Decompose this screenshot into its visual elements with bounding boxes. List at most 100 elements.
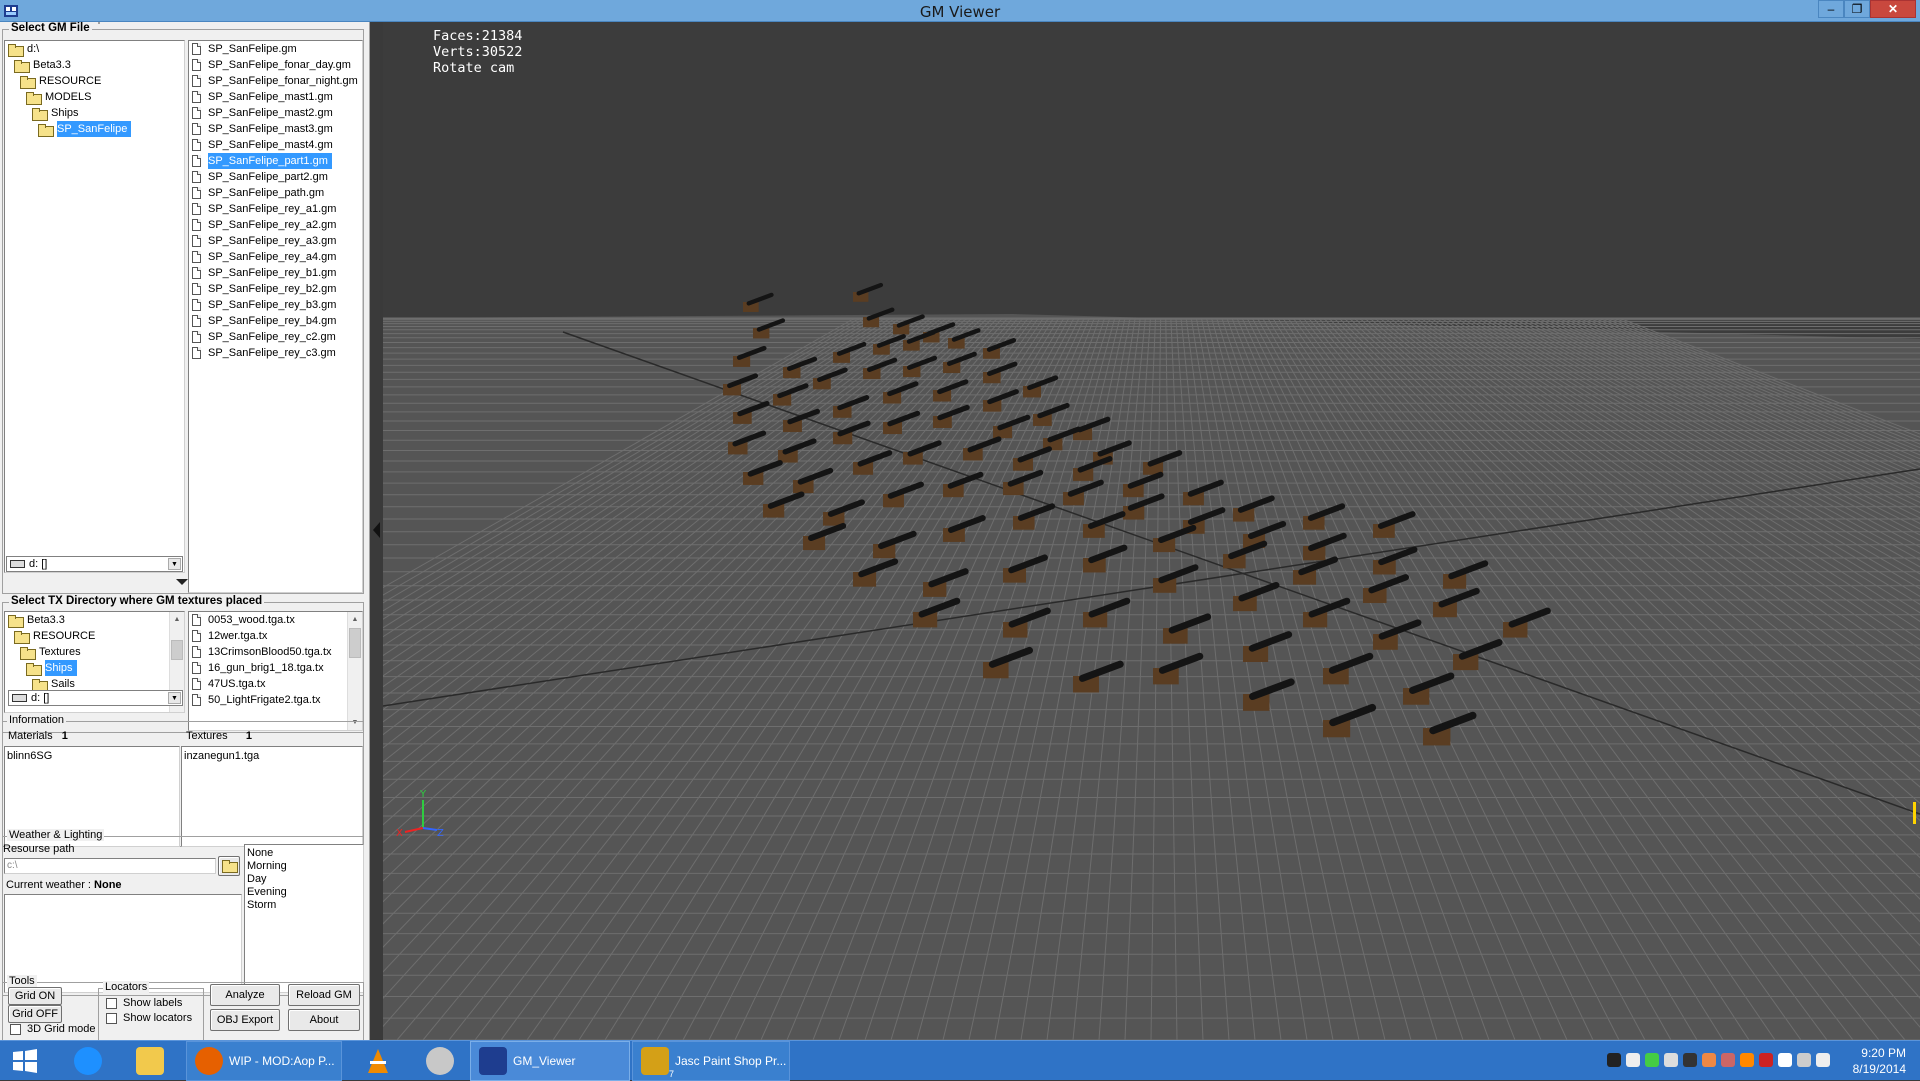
- scroll-up-icon[interactable]: ▲: [170, 612, 184, 627]
- paintshop-icon: [641, 1047, 669, 1075]
- file-item[interactable]: SP_SanFelipe.gm: [189, 41, 362, 57]
- grid-on-button[interactable]: Grid ON: [8, 987, 62, 1005]
- tray-icon[interactable]: [1759, 1053, 1773, 1067]
- file-item[interactable]: SP_SanFelipe_rey_b2.gm: [189, 281, 362, 297]
- scroll-thumb[interactable]: [349, 628, 361, 658]
- file-item[interactable]: SP_SanFelipe_fonar_night.gm: [189, 73, 362, 89]
- chevron-down-icon[interactable]: ▼: [168, 692, 181, 704]
- taskbar-app[interactable]: [418, 1041, 464, 1081]
- tree-item[interactable]: RESOURCE: [5, 73, 184, 89]
- scroll-thumb[interactable]: [171, 640, 183, 660]
- taskbar-vlc[interactable]: [356, 1041, 402, 1081]
- tree-item[interactable]: Beta3.3: [5, 57, 184, 73]
- show-locators-checkbox[interactable]: Show locators: [106, 1012, 192, 1024]
- weather-option[interactable]: Day: [245, 873, 363, 886]
- chevron-down-icon[interactable]: ▼: [168, 558, 181, 570]
- weather-option[interactable]: None: [245, 847, 363, 860]
- maximize-button[interactable]: ❐: [1844, 0, 1870, 18]
- gm-drive-select[interactable]: d: [] ▼: [6, 556, 183, 572]
- scroll-up-icon[interactable]: ▲: [348, 612, 362, 627]
- weather-options-list[interactable]: None Morning Day Evening Storm: [244, 844, 364, 993]
- file-item[interactable]: SP_SanFelipe_rey_a4.gm: [189, 249, 362, 265]
- taskbar-paintshop[interactable]: Jasc Paint Shop Pr... 7: [632, 1041, 790, 1081]
- weather-option[interactable]: Evening: [245, 886, 363, 899]
- gm-file-list[interactable]: SP_SanFelipe.gm SP_SanFelipe_fonar_day.gm…: [188, 40, 363, 593]
- collapse-panel-icon[interactable]: [373, 522, 380, 538]
- file-item[interactable]: SP_SanFelipe_path.gm: [189, 185, 362, 201]
- tree-item[interactable]: d:\: [5, 41, 184, 57]
- tx-files-scrollbar[interactable]: ▲ ▼: [347, 612, 362, 730]
- weather-option[interactable]: Storm: [245, 899, 363, 912]
- tray-icon[interactable]: [1645, 1053, 1659, 1067]
- file-item[interactable]: 16_gun_brig1_18.tga.tx: [189, 660, 346, 676]
- volume-icon[interactable]: [1816, 1053, 1830, 1067]
- about-button[interactable]: About: [288, 1009, 360, 1031]
- analyze-button[interactable]: Analyze: [210, 984, 280, 1006]
- splitter-arrow-icon[interactable]: [176, 579, 188, 585]
- texture-item[interactable]: inzanegun1.tga: [184, 750, 360, 762]
- file-item[interactable]: SP_SanFelipe_part1.gm: [189, 153, 362, 169]
- tree-item[interactable]: MODELS: [5, 89, 184, 105]
- file-item[interactable]: SP_SanFelipe_rey_b4.gm: [189, 313, 362, 329]
- material-item[interactable]: blinn6SG: [7, 750, 177, 762]
- 3d-viewport[interactable]: Y X Z Faces:21384 Verts:30522 Rotate cam: [383, 22, 1920, 1040]
- tree-item[interactable]: Textures: [5, 644, 168, 660]
- tray-icon[interactable]: [1702, 1053, 1716, 1067]
- browse-folder-button[interactable]: [218, 856, 240, 876]
- cloud-icon[interactable]: [1664, 1053, 1678, 1067]
- show-locators-box[interactable]: [106, 1012, 117, 1024]
- file-item[interactable]: SP_SanFelipe_mast2.gm: [189, 105, 362, 121]
- file-item[interactable]: SP_SanFelipe_mast1.gm: [189, 89, 362, 105]
- tree-item[interactable]: Ships: [5, 105, 184, 121]
- taskbar-firefox[interactable]: WIP - MOD:Aop P...: [186, 1041, 342, 1081]
- file-item[interactable]: 13CrimsonBlood50.tga.tx: [189, 644, 346, 660]
- reload-gm-button[interactable]: Reload GM: [288, 984, 360, 1006]
- grid-3d-box[interactable]: [10, 1023, 21, 1035]
- tray-icon[interactable]: [1683, 1053, 1697, 1067]
- taskbar-ie[interactable]: [66, 1041, 112, 1081]
- tree-item[interactable]: RESOURCE: [5, 628, 168, 644]
- flag-icon[interactable]: [1778, 1053, 1792, 1067]
- tree-item[interactable]: SP_SanFelipe: [5, 121, 184, 137]
- network-icon[interactable]: [1797, 1053, 1811, 1067]
- start-button[interactable]: [0, 1041, 52, 1081]
- file-item[interactable]: 0053_wood.tga.tx: [189, 612, 346, 628]
- file-item[interactable]: SP_SanFelipe_rey_a2.gm: [189, 217, 362, 233]
- textures-list[interactable]: inzanegun1.tga: [181, 746, 363, 847]
- file-item[interactable]: SP_SanFelipe_part2.gm: [189, 169, 362, 185]
- taskbar-gmviewer[interactable]: GM_Viewer: [470, 1041, 630, 1081]
- obj-export-button[interactable]: OBJ Export: [210, 1009, 280, 1031]
- file-item[interactable]: SP_SanFelipe_rey_b3.gm: [189, 297, 362, 313]
- file-item[interactable]: SP_SanFelipe_rey_c3.gm: [189, 345, 362, 361]
- file-item[interactable]: SP_SanFelipe_mast3.gm: [189, 121, 362, 137]
- file-item[interactable]: 12wer.tga.tx: [189, 628, 346, 644]
- tray-icon[interactable]: [1607, 1053, 1621, 1067]
- minimize-button[interactable]: –: [1818, 0, 1844, 18]
- taskbar-explorer[interactable]: [128, 1041, 174, 1081]
- tx-drive-select[interactable]: d: [] ▼: [8, 690, 183, 706]
- resource-path-input[interactable]: c:\: [4, 858, 216, 874]
- show-labels-checkbox[interactable]: Show labels: [106, 997, 182, 1009]
- file-item[interactable]: SP_SanFelipe_rey_a3.gm: [189, 233, 362, 249]
- tree-item[interactable]: Ships: [5, 660, 168, 676]
- file-item[interactable]: 47US.tga.tx: [189, 676, 346, 692]
- scene-canvas[interactable]: Y X Z: [383, 22, 1920, 1040]
- file-item[interactable]: 50_LightFrigate2.tga.tx: [189, 692, 346, 708]
- gm-folder-tree[interactable]: d:\ Beta3.3 RESOURCE MODELS Ships SP_SanFelip…: [4, 40, 185, 573]
- tray-icon[interactable]: [1740, 1053, 1754, 1067]
- tx-file-list[interactable]: 0053_wood.tga.tx 12wer.tga.tx 13CrimsonBlo…: [188, 611, 363, 731]
- show-labels-box[interactable]: [106, 997, 117, 1009]
- tray-icon[interactable]: [1626, 1053, 1640, 1067]
- file-item[interactable]: SP_SanFelipe_fonar_day.gm: [189, 57, 362, 73]
- file-item[interactable]: SP_SanFelipe_mast4.gm: [189, 137, 362, 153]
- file-item[interactable]: SP_SanFelipe_rey_c2.gm: [189, 329, 362, 345]
- system-clock[interactable]: 9:20 PM 8/19/2014: [1853, 1045, 1906, 1077]
- tree-item[interactable]: Beta3.3: [5, 612, 168, 628]
- file-item[interactable]: SP_SanFelipe_rey_b1.gm: [189, 265, 362, 281]
- tray-icon[interactable]: [1721, 1053, 1735, 1067]
- close-button[interactable]: ✕: [1870, 0, 1916, 18]
- grid-3d-checkbox[interactable]: 3D Grid mode: [10, 1023, 95, 1035]
- weather-option[interactable]: Morning: [245, 860, 363, 873]
- file-item[interactable]: SP_SanFelipe_rey_a1.gm: [189, 201, 362, 217]
- grid-off-button[interactable]: Grid OFF: [8, 1005, 62, 1023]
